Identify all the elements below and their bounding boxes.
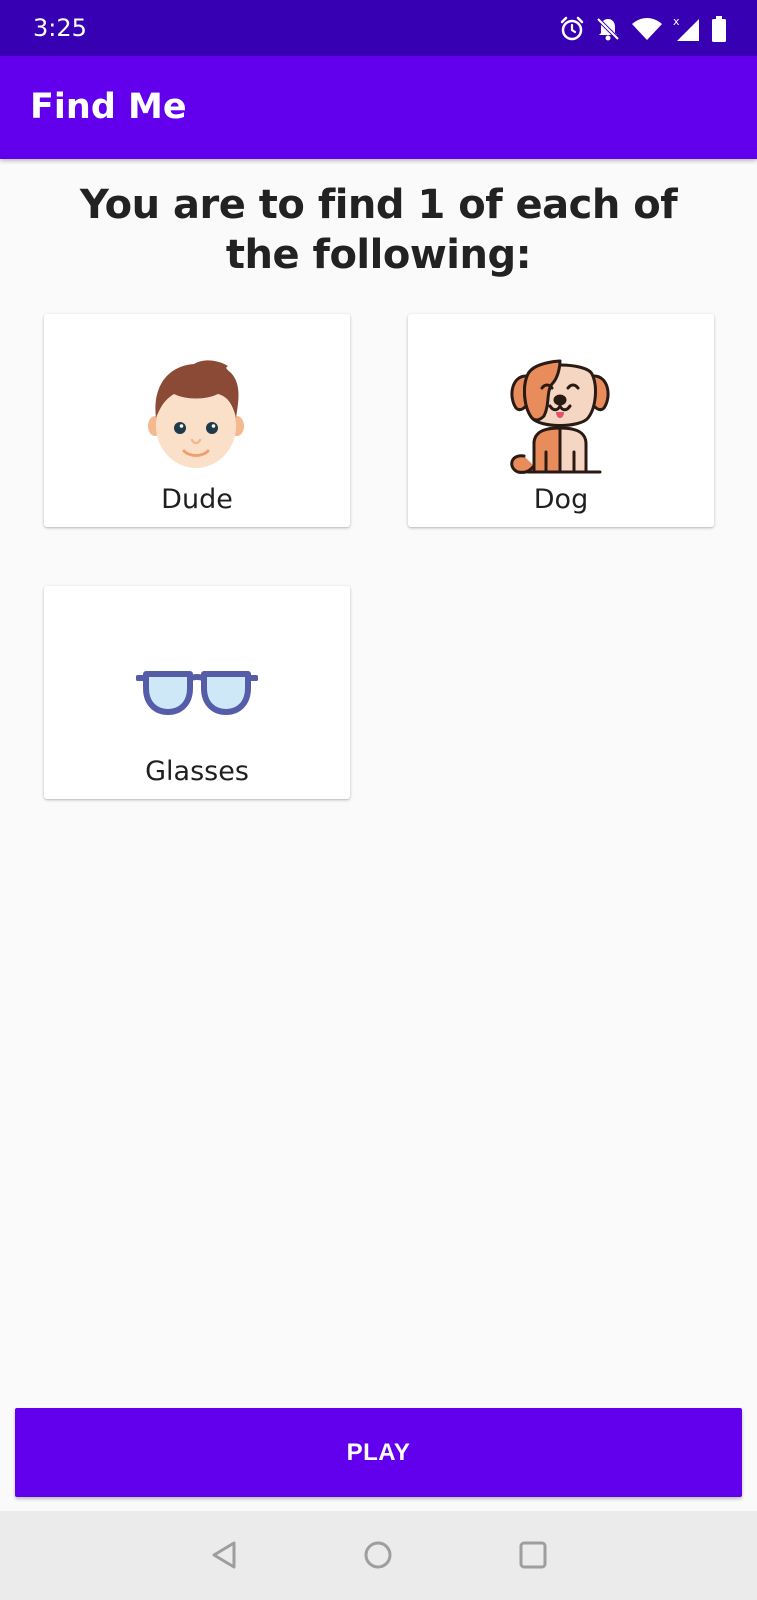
play-button[interactable]: PLAY — [15, 1408, 742, 1497]
status-time: 3:25 — [33, 14, 87, 42]
wifi-icon — [632, 18, 662, 40]
card-label: Glasses — [145, 756, 249, 787]
status-bar: 3:25 x — [0, 0, 757, 56]
status-icons: x — [549, 14, 727, 44]
navigation-bar — [0, 1511, 757, 1600]
glasses-icon — [136, 671, 258, 715]
dog-icon — [510, 359, 610, 474]
item-card-glasses[interactable]: Glasses — [44, 586, 350, 799]
app-title: Find Me — [30, 87, 187, 127]
back-icon[interactable] — [209, 1540, 239, 1570]
card-label: Dog — [533, 484, 589, 515]
card-image — [44, 586, 350, 756]
card-image — [408, 314, 714, 484]
recents-icon[interactable] — [518, 1540, 548, 1570]
alarm-icon — [560, 16, 584, 41]
cellular-signal-icon: x — [673, 15, 699, 41]
app-bar: Find Me — [0, 56, 757, 159]
item-card-dog[interactable]: Dog — [408, 314, 714, 527]
card-label: Dude — [161, 484, 233, 515]
svg-text:x: x — [673, 15, 680, 28]
notifications-off-icon — [596, 17, 620, 41]
instructions-heading: You are to find 1 of each of the followi… — [79, 182, 678, 278]
card-image — [44, 314, 350, 484]
battery-icon — [712, 16, 726, 42]
home-icon[interactable] — [363, 1540, 393, 1570]
boy-face-icon — [148, 360, 244, 468]
item-card-dude[interactable]: Dude — [44, 314, 350, 527]
